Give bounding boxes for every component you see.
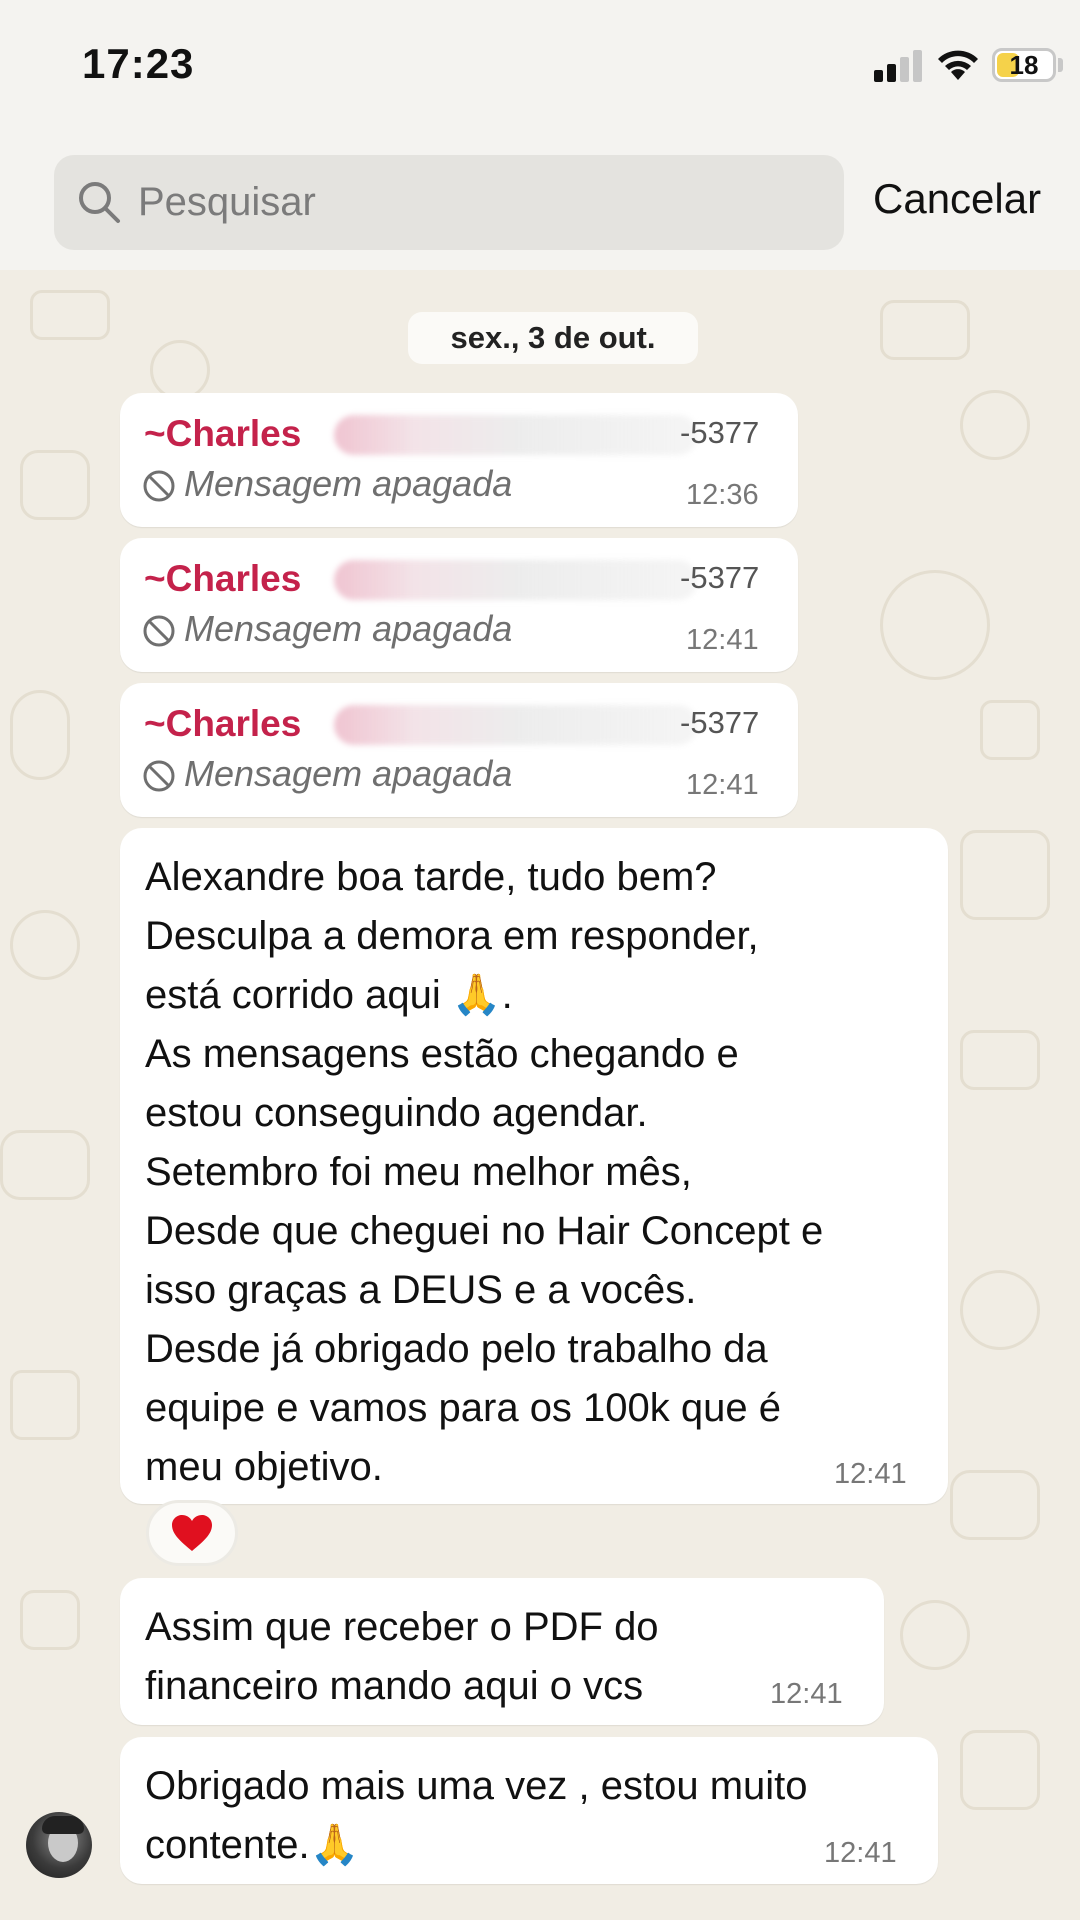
message-text: Alexandre boa tarde, tudo bem? Desculpa … — [145, 855, 824, 1489]
deleted-message-bubble[interactable]: ~Charles -5377 Mensagem apagada 12:36 — [120, 393, 798, 527]
deleted-message-bubble[interactable]: ~Charles -5377 Mensagem apagada 12:41 — [120, 538, 798, 672]
deleted-message-bubble[interactable]: ~Charles -5377 Mensagem apagada 12:41 — [120, 683, 798, 817]
search-input[interactable] — [138, 155, 818, 250]
sender-name[interactable]: ~Charles — [144, 413, 301, 455]
date-separator: sex., 3 de out. — [408, 312, 698, 364]
message-bubble[interactable]: Obrigado mais uma vez , estou muito cont… — [120, 1737, 938, 1884]
sender-name[interactable]: ~Charles — [144, 558, 301, 600]
message-text: Assim que receber o PDF do financeiro ma… — [145, 1605, 659, 1708]
deleted-message-icon — [143, 615, 175, 647]
deleted-message-text: Mensagem apagada — [184, 463, 513, 504]
message-bubble[interactable]: Assim que receber o PDF do financeiro ma… — [120, 1578, 884, 1725]
status-time: 17:23 — [82, 40, 195, 87]
message-text: Obrigado mais uma vez , estou muito cont… — [145, 1764, 808, 1867]
sender-phone: -5377 — [680, 705, 760, 740]
deleted-message-icon — [143, 470, 175, 502]
deleted-message-text: Mensagem apagada — [184, 608, 513, 649]
message-time: 12:36 — [686, 479, 759, 511]
blurred-contact-name — [334, 560, 698, 600]
wifi-icon — [938, 50, 978, 80]
sender-phone: -5377 — [680, 415, 760, 450]
reaction-badge[interactable] — [146, 1500, 238, 1566]
message-time: 12:41 — [686, 769, 759, 801]
message-time: 12:41 — [770, 1678, 843, 1710]
battery-nub — [1058, 58, 1063, 72]
message-time: 12:41 — [834, 1458, 907, 1490]
battery-icon: 18 — [992, 48, 1056, 82]
deleted-message-icon — [143, 760, 175, 792]
sender-name[interactable]: ~Charles — [144, 703, 301, 745]
cancel-button[interactable]: Cancelar — [873, 175, 1041, 223]
avatar-hair — [42, 1816, 84, 1834]
cellular-signal-icon — [874, 50, 924, 82]
sender-phone: -5377 — [680, 560, 760, 595]
blurred-contact-name — [334, 705, 698, 745]
blurred-contact-name — [334, 415, 698, 455]
search-icon — [79, 182, 120, 223]
message-time: 12:41 — [824, 1837, 897, 1869]
search-header: Cancelar — [0, 130, 1080, 270]
deleted-message-text: Mensagem apagada — [184, 753, 513, 794]
search-box[interactable] — [54, 155, 844, 250]
message-bubble[interactable]: Alexandre boa tarde, tudo bem? Desculpa … — [120, 828, 948, 1504]
message-time: 12:41 — [686, 624, 759, 656]
battery-percentage: 18 — [1009, 50, 1039, 80]
heart-reaction-icon — [172, 1514, 212, 1551]
status-bar: 17:23 18 — [0, 0, 1080, 130]
sender-avatar[interactable] — [26, 1812, 92, 1878]
